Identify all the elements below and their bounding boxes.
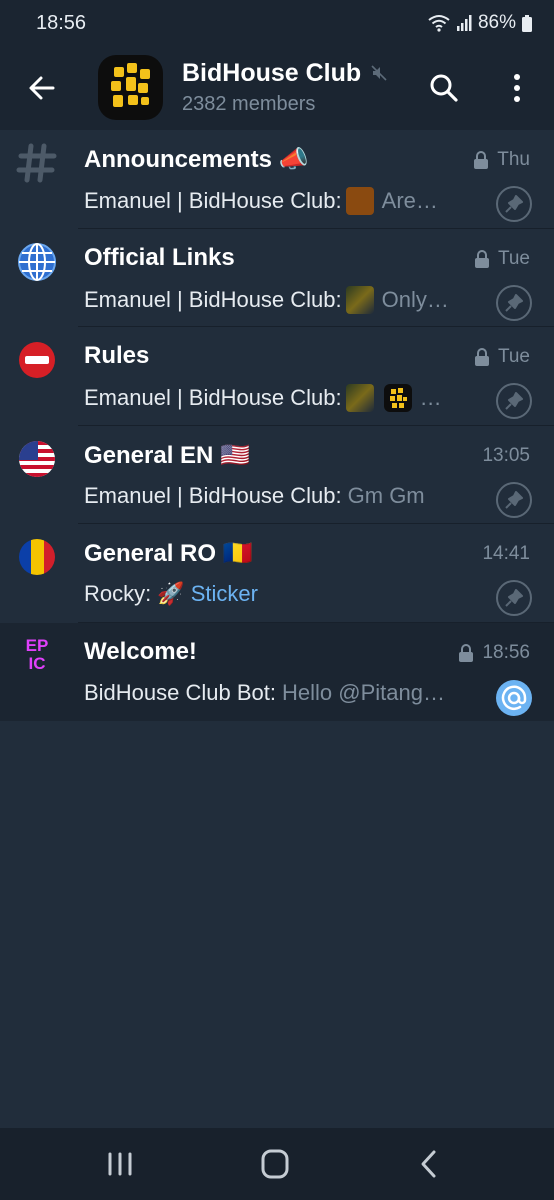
- preview-text: Only…: [381, 286, 449, 312]
- signal-icon: [456, 15, 472, 31]
- topic-row-welcome[interactable]: EP IC Welcome! 18:56 BidHouse Club Bot: H…: [0, 622, 554, 721]
- group-title[interactable]: BidHouse Club: [182, 59, 361, 88]
- preview-text: Sticker: [190, 581, 258, 606]
- topic-preview: BidHouse Club Bot: Hello @Pitang…: [84, 680, 484, 706]
- member-count: 2382 members: [182, 93, 316, 115]
- battery-icon: [522, 14, 532, 32]
- status-time: 18:56: [36, 12, 87, 34]
- status-indicators: 86%: [428, 12, 532, 34]
- lock-icon: [474, 249, 489, 268]
- search-icon[interactable]: [424, 68, 464, 108]
- at-sign-icon: [501, 685, 527, 710]
- preview-text: …: [419, 385, 442, 410]
- topic-date: Tue: [474, 346, 530, 368]
- topic-list: Announcements 📣 Thu Emanuel | BidHouse C…: [0, 130, 554, 721]
- back-arrow-icon[interactable]: [22, 68, 62, 108]
- hashtag-icon: [16, 143, 57, 183]
- preview-sender: Rocky: 🚀: [84, 581, 185, 606]
- system-nav-bar: [0, 1128, 554, 1200]
- topic-preview: Emanuel | BidHouse Club: Only…: [84, 285, 484, 314]
- status-bar: 18:56 86%: [0, 0, 554, 46]
- more-menu-icon[interactable]: [500, 68, 534, 108]
- preview-text: Are…: [381, 188, 438, 213]
- lock-icon: [474, 348, 489, 366]
- topic-row-rules[interactable]: Rules Tue Emanuel | BidHouse Club: …: [0, 327, 554, 426]
- epic-icon: EP IC: [25, 635, 49, 673]
- pin-icon[interactable]: [496, 383, 532, 419]
- topic-date: 14:41: [482, 543, 530, 564]
- battery-level: 86%: [477, 12, 516, 33]
- pin-icon[interactable]: [496, 481, 532, 518]
- media-thumbnail: [345, 384, 374, 412]
- mention-badge[interactable]: [496, 679, 532, 716]
- media-thumbnail: [345, 285, 374, 314]
- recent-apps-icon[interactable]: [100, 1146, 140, 1182]
- topic-date: Thu: [473, 149, 530, 171]
- topic-date: Tue: [474, 248, 530, 270]
- topic-name: Welcome!: [84, 637, 197, 665]
- pin-icon[interactable]: [496, 284, 532, 321]
- topic-date: 13:05: [482, 444, 530, 466]
- preview-text: Hello @Pitang…: [282, 679, 445, 705]
- lock-icon: [474, 151, 489, 169]
- lock-icon: [459, 643, 474, 662]
- wifi-icon: [428, 15, 450, 32]
- preview-sender: Emanuel | BidHouse Club:: [84, 286, 342, 312]
- topic-date: 18:56: [458, 642, 530, 664]
- ro-flag-icon: [19, 539, 55, 575]
- nav-back-icon[interactable]: [410, 1146, 450, 1182]
- topic-name: Rules: [84, 342, 150, 369]
- muted-icon: [371, 65, 387, 81]
- pin-icon[interactable]: [496, 580, 532, 616]
- topic-name: General RO 🇷🇴: [84, 540, 253, 567]
- us-flag-icon: [19, 440, 55, 477]
- bidhouse-logo-icon: [383, 384, 412, 412]
- preview-sender: Emanuel | BidHouse Club:: [84, 482, 342, 508]
- preview-sender: BidHouse Club Bot:: [84, 679, 276, 705]
- topic-row-general-ro[interactable]: General RO 🇷🇴 14:41 Rocky: 🚀 Sticker: [0, 524, 554, 623]
- home-icon[interactable]: [255, 1146, 295, 1182]
- topic-preview: Rocky: 🚀 Sticker: [84, 581, 484, 607]
- topic-row-announcements[interactable]: Announcements 📣 Thu Emanuel | BidHouse C…: [0, 130, 554, 229]
- topic-name: General EN 🇺🇸: [84, 441, 250, 469]
- topic-preview: Emanuel | BidHouse Club: …: [84, 384, 484, 412]
- topic-preview: Emanuel | BidHouse Club: Gm Gm: [84, 483, 484, 509]
- pin-icon[interactable]: [496, 186, 532, 222]
- topic-preview: Emanuel | BidHouse Club: Are…: [84, 187, 484, 215]
- topic-row-official-links[interactable]: Official Links Tue Emanuel | BidHouse Cl…: [0, 228, 554, 327]
- media-thumbnail: [345, 187, 374, 215]
- bidhouse-logo-icon: [111, 63, 150, 107]
- preview-sender: Emanuel | BidHouse Club:: [84, 188, 342, 213]
- no-entry-icon: [19, 342, 55, 378]
- topic-name: Official Links: [84, 243, 235, 271]
- group-avatar[interactable]: [98, 55, 163, 120]
- globe-icon: [18, 242, 56, 281]
- preview-text: Gm Gm: [347, 482, 425, 508]
- topic-name: Announcements 📣: [84, 146, 309, 173]
- app-bar: BidHouse Club 2382 members: [0, 46, 554, 130]
- preview-sender: Emanuel | BidHouse Club:: [84, 385, 342, 410]
- topic-row-general-en[interactable]: General EN 🇺🇸 13:05 Emanuel | BidHouse C…: [0, 425, 554, 524]
